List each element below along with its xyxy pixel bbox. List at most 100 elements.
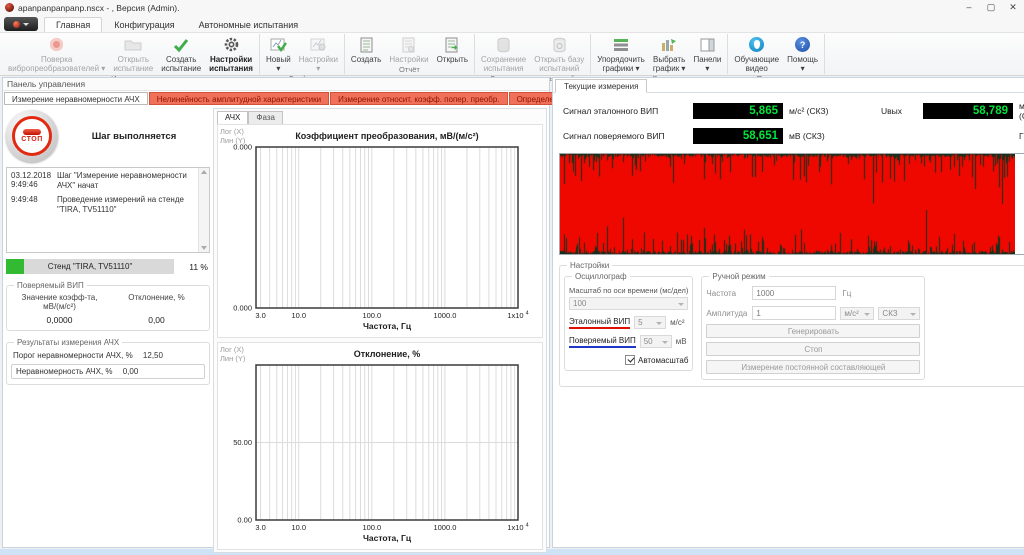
tab-afc-unevenness[interactable]: Измерение неравномерности АЧХ — [4, 92, 148, 105]
app-logo-icon — [13, 20, 20, 28]
unevenness-label: Неравномерность АЧХ, % — [16, 367, 113, 376]
tab-autonomous-tests[interactable]: Автономные испытания — [187, 17, 311, 32]
generate-button[interactable]: Генерировать — [706, 324, 921, 338]
chart-settings-icon — [310, 35, 327, 54]
tab-phase[interactable]: Фаза — [248, 111, 283, 124]
minimize-button[interactable]: – — [958, 0, 980, 15]
threshold-value: 12,50 — [142, 351, 163, 360]
tab-configuration[interactable]: Конфигурация — [102, 17, 186, 32]
open-test-button[interactable]: Открыть испытание — [109, 34, 157, 73]
video-icon — [749, 35, 765, 54]
log-scrollbar[interactable] — [198, 168, 209, 252]
svg-text:Отклонение, %: Отклонение, % — [354, 349, 421, 359]
stop-generation-button[interactable]: Стоп — [706, 342, 921, 356]
uout-label: Uвых — [881, 106, 903, 116]
dut-vip-group: Поверяемый ВИП Значение коэфф-та, мВ/(м/… — [6, 281, 210, 331]
stop-button[interactable]: СТОП — [6, 110, 58, 162]
measurement-step-tabs: Измерение неравномерности АЧХ Нелинейнос… — [4, 92, 616, 105]
deviation-plot: Отклонение, % Лог (X)Лин (Y) 50.00 0.003.0 1… — [220, 345, 529, 543]
manual-mode-group: Ручной режим Частота 1000 Гц Амплитуда 1… — [701, 272, 926, 380]
unevenness-value: 0,00 — [122, 367, 139, 376]
amplitude-mode-select[interactable]: СКЗ — [878, 306, 921, 320]
frequency-unit: Гц — [1019, 131, 1024, 141]
svg-text:Частота, Гц: Частота, Гц — [363, 321, 412, 331]
frequency-label: Частота — [706, 288, 737, 298]
ribbon: Поверка вибропреобразователей ▾ Открыть … — [0, 32, 1024, 83]
report-open-button[interactable]: Открыть — [433, 34, 472, 64]
uout-display: 58,789 — [923, 103, 1013, 119]
graph-settings-button[interactable]: Настройки ▾ — [295, 34, 342, 73]
arrange-graphs-button[interactable]: Упорядочить графики ▾ — [593, 34, 649, 73]
help-icon: ? — [795, 35, 811, 54]
step-log[interactable]: 03.12.2018 9:49:46 Шаг "Измерение неравн… — [6, 167, 210, 253]
coeff-value: 0,0000 — [46, 315, 73, 325]
dc-measure-button[interactable]: Измерение постоянной составляющей — [706, 360, 921, 374]
ribbon-group-support: Обучающие видео ? Помощь ▾ Поддержка — [728, 34, 826, 83]
new-graph-button[interactable]: Новый ▾ — [262, 34, 295, 73]
svg-text:1x104: 1x10 4 — [507, 523, 528, 533]
reference-range-select[interactable]: 5 — [634, 316, 667, 329]
maximize-button[interactable]: ▢ — [980, 0, 1002, 15]
panels-button[interactable]: Панели ▾ — [689, 34, 725, 73]
tab-transverse-coeff[interactable]: Измерение относит. коэфф. попер. преобр. — [330, 92, 508, 105]
report-settings-button[interactable]: Настройки — [385, 34, 432, 64]
select-chart-icon — [661, 35, 678, 54]
svg-text:1000.0: 1000.0 — [433, 311, 456, 320]
control-panel: Панель управления Измерение неравномерно… — [2, 77, 616, 553]
dut-signal-unit: мВ (СКЗ) — [789, 131, 825, 141]
close-button[interactable]: ✕ — [1002, 0, 1024, 15]
ribbon-group-view: Упорядочить графики ▾ Выбрать график ▾ П… — [591, 34, 729, 83]
conversion-coefficient-chart: Коэффициент преобразования, мВ/(м/с²) Лог… — [217, 124, 543, 338]
tab-afc[interactable]: АЧХ — [217, 111, 249, 124]
app-menu-button[interactable] — [4, 17, 38, 31]
reference-range-unit: м/с² — [670, 318, 685, 327]
oscilloscope-group: Осциллограф Масштаб по оси времени (мс/д… — [564, 272, 694, 371]
tab-current-measurements[interactable]: Текущие измерения — [555, 79, 648, 93]
dut-range-select[interactable]: 50 — [639, 335, 672, 348]
frequency-input[interactable]: 1000 — [752, 286, 837, 300]
report-open-icon — [445, 35, 459, 54]
measurement-readouts: Сигнал эталонного ВИП 5,865 м/с² (СКЗ) U… — [553, 93, 1024, 150]
chart-tabs: АЧХ Фаза — [217, 111, 543, 124]
save-test-button[interactable]: Сохранение испытания — [477, 34, 530, 73]
svg-text:3.0: 3.0 — [255, 523, 265, 532]
current-measurements-panel: Текущие измерения Сигнал эталонного ВИП … — [552, 77, 1024, 548]
svg-text:100.0: 100.0 — [362, 311, 381, 320]
svg-text:Лог (X): Лог (X) — [220, 345, 244, 354]
open-folder-icon — [124, 35, 142, 54]
training-videos-button[interactable]: Обучающие видео — [730, 34, 783, 73]
gear-icon — [223, 35, 240, 54]
window-title: apanpanpanpanp.nscx - , Версия (Admin). — [18, 2, 180, 13]
log-entry: 03.12.2018 9:49:46 Шаг "Измерение неравн… — [11, 171, 187, 190]
svg-text:0.000: 0.000 — [233, 304, 252, 313]
scroll-up-icon[interactable] — [201, 170, 207, 174]
reference-vip-label: Эталонный ВИП — [569, 317, 631, 329]
ribbon-group-graph: Новый ▾ Настройки ▾ График — [260, 34, 345, 83]
database-save-icon — [496, 35, 511, 54]
autoscale-checkbox[interactable] — [625, 355, 636, 365]
uout-unit: мВ (СКЗ) — [1019, 101, 1024, 121]
select-graph-button[interactable]: Выбрать график ▾ — [649, 34, 690, 73]
svg-text:10.0: 10.0 — [291, 311, 306, 320]
report-settings-icon — [402, 35, 415, 54]
verify-transducers-button[interactable]: Поверка вибропреобразователей ▾ — [4, 34, 109, 73]
help-button[interactable]: ? Помощь ▾ — [783, 34, 822, 73]
progress-percent: 11 % — [189, 261, 208, 272]
test-settings-button[interactable]: Настройки испытания — [205, 34, 257, 73]
amplitude-unit-select[interactable]: м/с² — [840, 306, 875, 320]
tab-amplitude-nonlinearity[interactable]: Нелинейность амплитудной характеристики — [148, 92, 330, 105]
amplitude-input[interactable]: 1 — [752, 306, 837, 320]
report-create-button[interactable]: Создать — [347, 34, 385, 64]
time-scale-select[interactable]: 100 — [569, 297, 689, 310]
tab-home[interactable]: Главная — [44, 17, 103, 32]
amplitude-label: Амплитуда — [706, 308, 748, 318]
create-test-button[interactable]: Создать испытание — [157, 34, 205, 73]
open-test-db-button[interactable]: Открыть базу испытаний — [530, 34, 588, 73]
progress-label: Стенд "TIRA, TV51110" — [47, 262, 133, 271]
stop-bar-icon — [23, 129, 41, 135]
svg-text:Лог (X): Лог (X) — [220, 127, 244, 136]
ribbon-group-test: Поверка вибропреобразователей ▾ Открыть … — [2, 34, 260, 83]
scroll-down-icon[interactable] — [201, 246, 207, 250]
dut-signal-label: Сигнал поверяемого ВИП — [563, 131, 665, 141]
svg-text:Частота, Гц: Частота, Гц — [363, 533, 412, 543]
